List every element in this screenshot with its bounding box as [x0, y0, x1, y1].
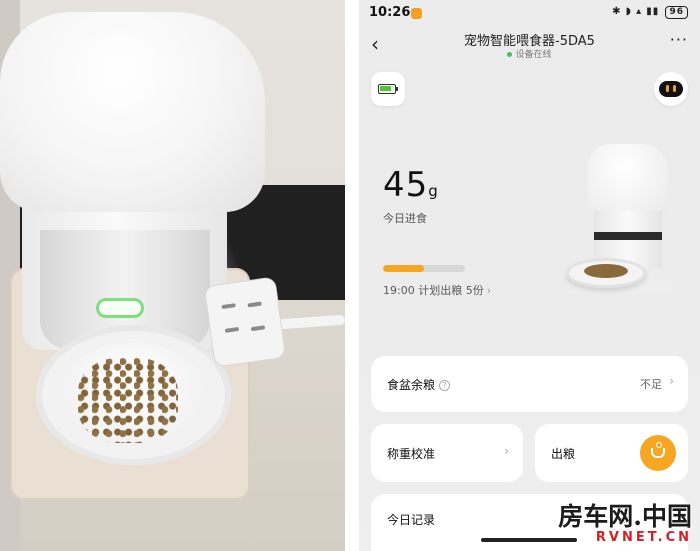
bowl-remaining-text: 食盆余粮: [387, 378, 436, 392]
dispense-card: 出粮: [535, 424, 688, 482]
battery-icon: 96: [665, 6, 688, 19]
pet-avatar-button[interactable]: [654, 72, 688, 106]
indicator-light: [96, 298, 144, 318]
device-status: 设备在线: [359, 47, 700, 60]
battery-status-button[interactable]: [371, 72, 405, 106]
intake-label: 今日进食: [383, 212, 427, 225]
power-strip: [204, 277, 286, 367]
illustration-band: [594, 232, 662, 240]
intake-value: 45: [383, 165, 429, 205]
feeder-lid: [0, 12, 265, 212]
intake-unit: g: [428, 182, 438, 200]
online-dot-icon: [507, 52, 513, 57]
bowl-remaining-card[interactable]: 食盆余粮? 不足 ›: [371, 356, 688, 412]
illustration-lid: [588, 144, 668, 219]
chevron-right-icon: ›: [669, 374, 674, 388]
dispense-label: 出粮: [551, 447, 576, 461]
weight-calibration-label: 称重校准: [387, 447, 436, 461]
chevron-right-icon: ›: [504, 444, 509, 458]
intake-progress: [383, 265, 465, 272]
notification-icon: [411, 8, 422, 19]
system-icons: ✱ ◗ ▴ ▮▮ 96: [612, 6, 688, 19]
battery-tip: [396, 87, 398, 91]
device-battery-icon: [378, 84, 396, 94]
clock: 10:26: [369, 5, 411, 20]
feeding-plan-link[interactable]: 19:00 计划出粮 5份 ›: [383, 282, 491, 298]
status-bar: 10:26 ✱ ◗ ▴ ▮▮ 96: [359, 0, 700, 26]
dispense-button[interactable]: [640, 435, 676, 471]
signal-icons: ✱ ◗ ▴ ▮▮: [612, 6, 660, 17]
illustration-food: [584, 264, 628, 278]
help-icon[interactable]: ?: [439, 380, 451, 391]
kibble: [78, 358, 178, 443]
today-record-label: 今日记录: [387, 513, 436, 527]
app-header: ‹ 宠物智能喂食器-5DA5 设备在线 ···: [359, 28, 700, 62]
screenshot-root: 10:26 ✱ ◗ ▴ ▮▮ 96 ‹ 宠物智能喂食器-5DA5 设备在线 ··…: [0, 0, 700, 551]
chevron-right-icon: ›: [486, 284, 492, 297]
phone-screen: 10:26 ✱ ◗ ▴ ▮▮ 96 ‹ 宠物智能喂食器-5DA5 设备在线 ··…: [359, 0, 700, 551]
feeding-plan-text: 19:00 计划出粮 5份: [383, 284, 484, 297]
bowl-remaining-label: 食盆余粮?: [387, 376, 451, 393]
bowl-icon: [651, 442, 665, 458]
today-record-card[interactable]: 今日记录: [371, 494, 688, 551]
device-status-text: 设备在线: [515, 50, 552, 60]
intake-amount: 45g: [383, 165, 438, 205]
home-indicator[interactable]: [481, 538, 577, 542]
more-icon[interactable]: ···: [670, 30, 688, 49]
weight-calibration-card[interactable]: 称重校准 ›: [371, 424, 523, 482]
feeder-illustration: [564, 140, 674, 300]
bowl-remaining-value: 不足: [640, 378, 662, 391]
robot-face-icon: [659, 81, 683, 97]
product-photo: [0, 0, 345, 551]
intake-progress-fill: [383, 265, 424, 272]
